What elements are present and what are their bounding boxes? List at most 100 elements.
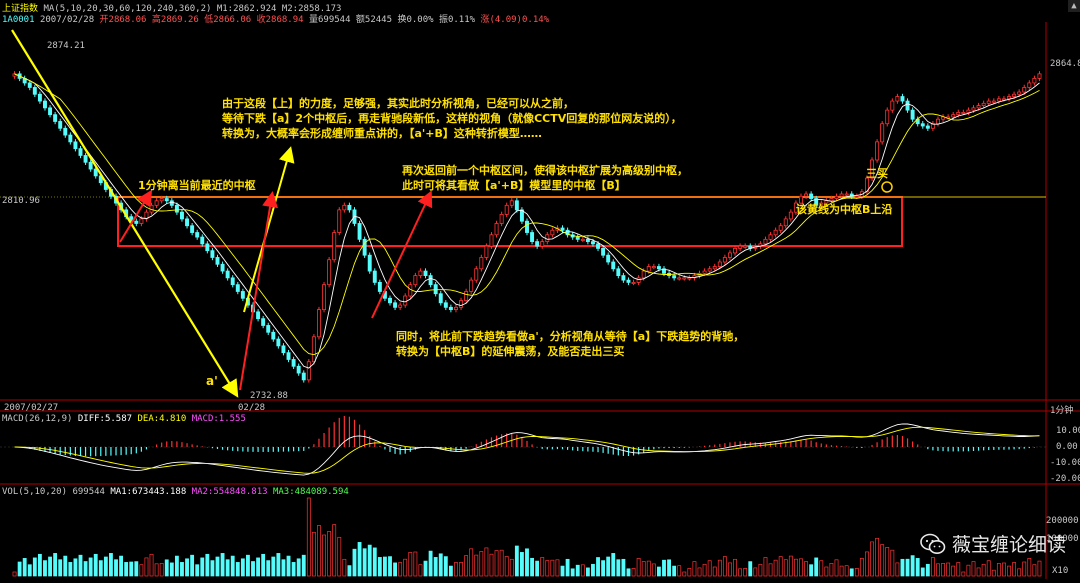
candle-body (804, 193, 809, 197)
candle-body (530, 232, 535, 243)
volume-bar (322, 534, 326, 577)
vol-value: 699544 (72, 487, 105, 497)
volume-bar (88, 557, 93, 577)
candle (230, 275, 235, 288)
candle-body (854, 195, 859, 198)
macd-axis-2: -10.00 (1050, 458, 1080, 468)
volume-bar (1022, 561, 1027, 577)
volume-bar (707, 560, 712, 577)
low-price-label: 2732.88 (250, 391, 288, 401)
volume-bar (210, 560, 215, 577)
volume-bar (474, 554, 479, 577)
annotation-para1-line3: 转换为，大概率会形成缠师重点讲的，【a'+B】这种转折模型…… (222, 127, 542, 140)
candle-body (428, 275, 433, 286)
candle (459, 297, 464, 311)
vol-ma3: MA3:484089.594 (272, 487, 349, 497)
candle (134, 218, 139, 227)
volume-bar (423, 560, 428, 577)
scroll-up-icon[interactable]: ▲ (1068, 0, 1080, 12)
candle (565, 227, 570, 238)
candle (372, 268, 377, 286)
candle-body (895, 96, 900, 102)
volume-bar (560, 565, 565, 577)
volume-bar (159, 563, 164, 577)
volume-bar (169, 562, 174, 577)
candle-body (672, 275, 677, 279)
candle (438, 291, 443, 306)
wechat-icon (920, 533, 946, 554)
candle (43, 98, 47, 111)
volume-bar (438, 553, 443, 577)
candle (1007, 93, 1011, 102)
candle (205, 241, 210, 254)
volume-bar (799, 558, 803, 577)
candle-body (322, 284, 327, 310)
volume-bar (43, 560, 47, 577)
candle-body (169, 200, 174, 206)
volume-bar (459, 562, 463, 577)
candle-body (235, 284, 240, 292)
volume-bar (83, 561, 88, 577)
candle (286, 349, 291, 363)
candle (22, 75, 27, 86)
candle (540, 238, 545, 249)
volume-bar (291, 562, 296, 577)
candle (73, 139, 78, 152)
volume-bar (109, 553, 113, 577)
candle (453, 304, 458, 313)
volume-bar (656, 566, 661, 577)
candle (220, 261, 225, 274)
volume-bar (611, 553, 616, 577)
candle (626, 277, 631, 286)
volume-bar (788, 555, 793, 577)
candle-body (448, 306, 453, 311)
candle (494, 220, 499, 238)
candle-body (372, 270, 377, 283)
candle (788, 209, 793, 222)
candle (890, 98, 895, 113)
volume-bar (149, 553, 154, 577)
period-label[interactable]: 1分钟 (1050, 403, 1073, 416)
candle (68, 132, 73, 145)
candle (261, 315, 266, 329)
candle (362, 236, 367, 258)
candle (920, 121, 925, 129)
volume-bar (271, 556, 276, 577)
candle (941, 114, 946, 122)
candle-body (1001, 98, 1006, 101)
volume-bar (332, 524, 337, 577)
annotation-para3-line2: 转换为【中枢B】的延伸震荡，及能否走出三买 (396, 345, 625, 358)
candle (875, 139, 880, 163)
volume-bar (844, 565, 849, 577)
volume-bar (383, 556, 387, 577)
volume-bar (398, 562, 403, 577)
volume-bar (859, 558, 864, 577)
volume-bar (32, 557, 37, 577)
candle (606, 252, 611, 265)
macd-panel (0, 415, 1046, 476)
volume-bar (174, 555, 179, 577)
candle-body (443, 302, 448, 308)
candle (611, 259, 616, 272)
candle-body (540, 241, 545, 247)
candle (256, 309, 261, 322)
annotation-a-prime: a' (206, 374, 218, 388)
candle (479, 254, 484, 272)
candle (448, 304, 453, 313)
volume-bar (489, 553, 494, 577)
candle-body (550, 229, 555, 236)
candle-body (996, 98, 1001, 102)
volume-bar (362, 548, 367, 577)
volume-bar (525, 548, 529, 577)
volume-bar (296, 558, 301, 577)
candle-body (88, 161, 93, 170)
candle-body (971, 107, 976, 111)
annotation-paragraph-3: 同时，将此前下跌趋势看做a'，分析视角从等待【a】下跌趋势的背驰， 转换为【中枢… (396, 329, 744, 359)
volume-bar (342, 558, 347, 577)
candle-body (712, 266, 717, 270)
candle-body (910, 109, 915, 120)
volume-bar (68, 562, 73, 577)
date-axis-left: 2007/02/27 (4, 403, 59, 413)
candle-body (43, 100, 47, 109)
index-code: 1A0001 (2, 15, 35, 25)
